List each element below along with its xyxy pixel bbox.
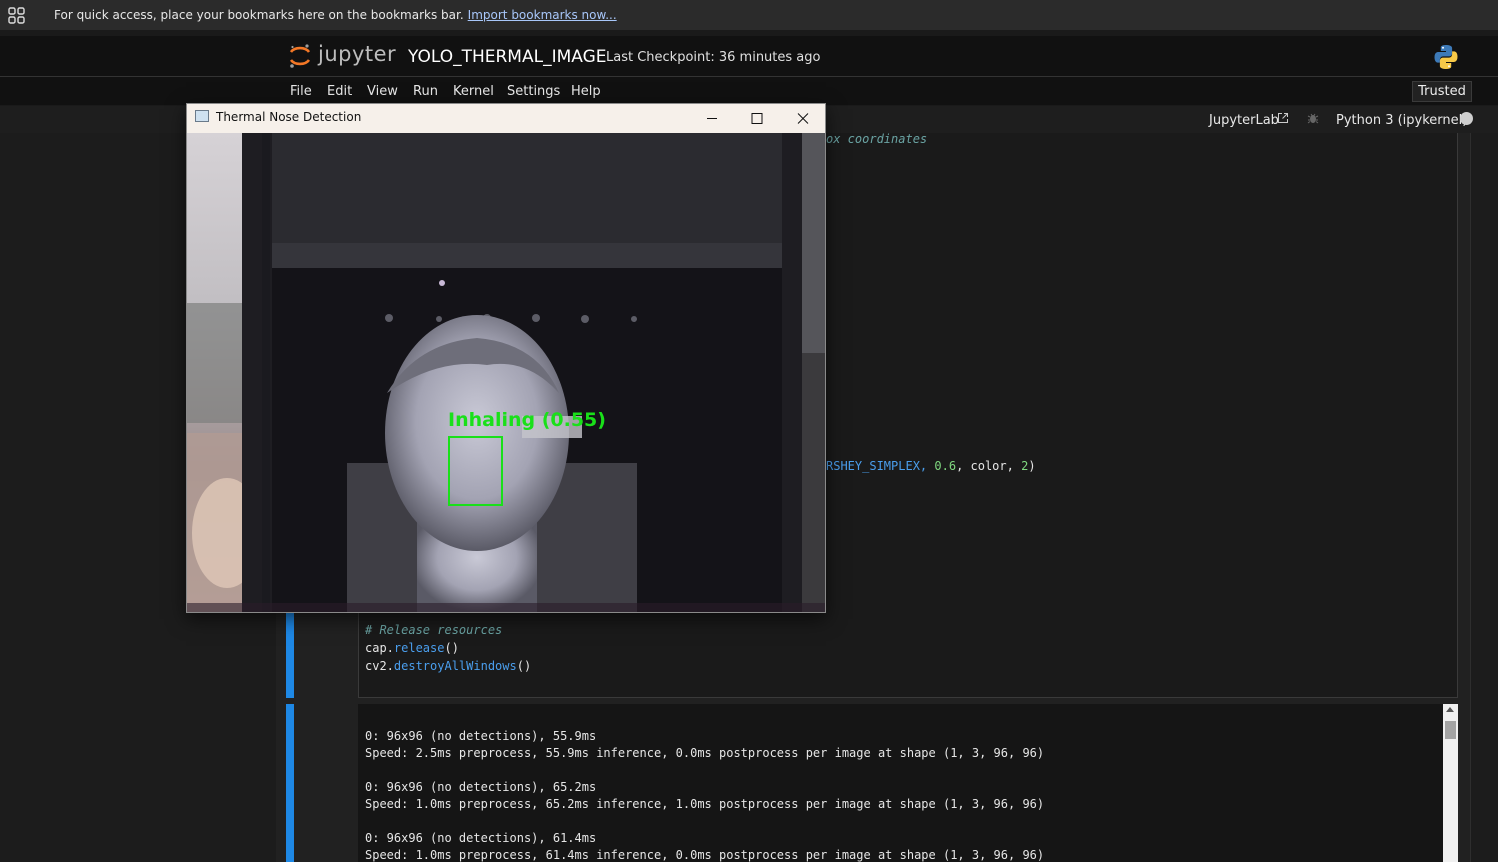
open-jupyterlab-link[interactable]: JupyterLab: [1209, 113, 1279, 128]
menu-kernel[interactable]: Kernel: [453, 84, 494, 99]
menu-edit[interactable]: Edit: [327, 84, 352, 99]
notebook-title[interactable]: YOLO_THERMAL_IMAGE: [408, 47, 607, 67]
code-line-destroy-windows: cv2.destroyAllWindows(): [365, 659, 532, 673]
minimize-icon[interactable]: [689, 104, 735, 133]
jupyter-logo-icon[interactable]: [288, 42, 312, 70]
output-line: 0: 96x96 (no detections), 61.4ms: [365, 831, 597, 845]
output-line: 0: 96x96 (no detections), 65.2ms: [365, 780, 597, 794]
external-link-icon[interactable]: [1277, 112, 1289, 124]
output-selection-bar[interactable]: [286, 704, 294, 862]
scrollbar-thumb[interactable]: [1445, 721, 1456, 739]
code-line-puttext-fragment: RSHEY_SIMPLEX, 0.6, color, 2): [826, 459, 1036, 473]
import-bookmarks-link[interactable]: Import bookmarks now...: [468, 8, 617, 22]
menu-help[interactable]: Help: [571, 84, 601, 99]
detection-label: Inhaling (0.55): [448, 409, 606, 431]
menu-file[interactable]: File: [290, 84, 312, 99]
checkpoint-status: Last Checkpoint: 36 minutes ago: [606, 50, 821, 65]
python-logo-icon: [1434, 45, 1458, 69]
code-line-comment-fragment: ox coordinates: [826, 132, 928, 146]
maximize-icon[interactable]: [734, 104, 780, 133]
output-line: Speed: 1.0ms preprocess, 65.2ms inferenc…: [365, 797, 1045, 811]
menu-settings[interactable]: Settings: [507, 84, 560, 99]
window-title: Thermal Nose Detection: [216, 110, 362, 124]
close-icon[interactable]: [780, 104, 826, 133]
nose-bounding-box: [448, 436, 503, 506]
output-line: Speed: 2.5ms preprocess, 55.9ms inferenc…: [365, 746, 1045, 760]
bookmarks-message-text: For quick access, place your bookmarks h…: [54, 8, 464, 22]
trusted-indicator[interactable]: Trusted: [1412, 81, 1472, 102]
menu-bar: [0, 77, 1498, 105]
thermal-camera-feed: [187, 133, 825, 612]
window-app-icon: [195, 110, 209, 122]
bookmarks-message: For quick access, place your bookmarks h…: [54, 8, 617, 22]
output-line: Speed: 1.0ms preprocess, 61.4ms inferenc…: [365, 848, 1045, 862]
kernel-status-indicator: [1460, 112, 1473, 125]
menu-view[interactable]: View: [367, 84, 398, 99]
right-margin: [1470, 133, 1498, 862]
jupyter-wordmark[interactable]: jupyter: [318, 42, 396, 66]
bug-debugger-icon[interactable]: [1307, 112, 1319, 124]
output-line: 0: 96x96 (no detections), 55.9ms: [365, 729, 597, 743]
code-line-release-comment: # Release resources: [365, 623, 503, 637]
code-line-cap-release: cap.release(): [365, 641, 459, 655]
scroll-up-arrow-icon[interactable]: [1446, 707, 1454, 712]
kernel-name[interactable]: Python 3 (ipykernel): [1336, 113, 1467, 128]
apps-grid-icon[interactable]: [8, 7, 25, 24]
menu-run[interactable]: Run: [413, 84, 438, 99]
